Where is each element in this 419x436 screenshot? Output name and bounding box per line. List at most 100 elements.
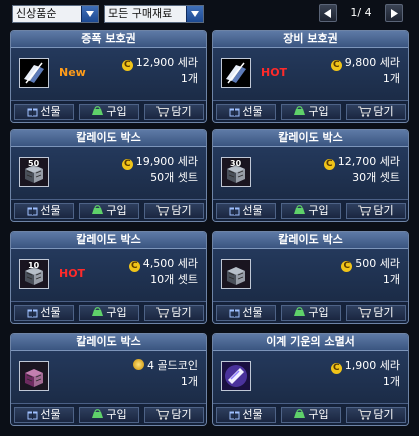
product-title: 칼레이도 박스	[213, 232, 408, 249]
gift-icon	[229, 207, 240, 216]
cart-button[interactable]: 담기	[144, 305, 204, 321]
cera-coin-icon: C	[323, 159, 335, 170]
cart-label: 담기	[171, 204, 192, 217]
quantity: 1개	[382, 72, 400, 85]
buy-icon	[92, 307, 104, 316]
kaleido-box-10-icon[interactable]: 10	[19, 259, 49, 289]
gift-label: 선물	[40, 408, 61, 421]
cart-button[interactable]: 담기	[144, 407, 204, 423]
price: C 1,900 세라	[330, 357, 400, 374]
product-body: C 500 세라 1개	[213, 249, 408, 303]
icon-count-label: 50	[28, 159, 40, 168]
kaleido-box-icon[interactable]	[221, 259, 251, 289]
quantity: 10개 셋트	[150, 273, 198, 286]
product-body: HOT C 9,800 세라 1개	[213, 48, 408, 102]
icon-count-label: 30	[230, 159, 242, 168]
amplify-protection-ticket-icon[interactable]	[19, 58, 49, 88]
cera-coin-icon: C	[121, 159, 133, 170]
price-value: 12,900 세라	[135, 56, 198, 69]
gift-button[interactable]: 선물	[14, 203, 74, 219]
gift-label: 선물	[40, 306, 61, 319]
hot-badge: HOT	[261, 66, 288, 79]
card-actions: 선물 구입 담기	[213, 301, 408, 323]
gift-icon	[229, 108, 240, 117]
cart-icon	[358, 307, 372, 318]
chevron-down-icon[interactable]	[81, 6, 98, 22]
cart-label: 담기	[373, 204, 394, 217]
cart-icon	[156, 307, 170, 318]
product-title: 장비 보호권	[213, 31, 408, 48]
product-card: 칼레이도 박스 10 HOT C 4,500 세라 10개 셋트 선물 구입 담기	[10, 231, 207, 324]
cart-button[interactable]: 담기	[144, 104, 204, 120]
category-dropdown[interactable]: 모든 구매재료	[104, 5, 204, 23]
buy-icon	[294, 307, 306, 316]
cart-button[interactable]: 담기	[346, 305, 406, 321]
product-card: 칼레이도 박스 30 C 12,700 세라 30개 셋트 선물 구입 담기	[212, 129, 409, 222]
product-card: 칼레이도 박스 4 골드코인 1개 선물 구입 담기	[10, 333, 207, 426]
buy-button[interactable]: 구입	[79, 305, 139, 321]
kaleido-box-50-icon[interactable]: 50	[19, 157, 49, 187]
cera-coin-icon: C	[128, 261, 140, 272]
chevron-down-icon[interactable]	[186, 6, 203, 22]
gift-button[interactable]: 선물	[216, 104, 276, 120]
buy-button[interactable]: 구입	[281, 203, 341, 219]
card-actions: 선물 구입 담기	[11, 199, 206, 221]
buy-button[interactable]: 구입	[79, 407, 139, 423]
otherworld-extinction-scroll-icon[interactable]	[221, 361, 251, 391]
next-page-button[interactable]	[385, 4, 403, 22]
price-value: 4 골드코인	[147, 359, 198, 372]
quantity: 1개	[180, 72, 198, 85]
product-card: 증폭 보호권 New C 12,900 세라 1개 선물 구입 담기	[10, 30, 207, 123]
gift-button[interactable]: 선물	[14, 104, 74, 120]
cart-button[interactable]: 담기	[346, 104, 406, 120]
cart-button[interactable]: 담기	[144, 203, 204, 219]
gift-button[interactable]: 선물	[14, 407, 74, 423]
quantity: 1개	[382, 273, 400, 286]
card-actions: 선물 구입 담기	[213, 199, 408, 221]
cart-button[interactable]: 담기	[346, 203, 406, 219]
cart-icon	[156, 409, 170, 420]
gift-button[interactable]: 선물	[216, 203, 276, 219]
quantity: 50개 셋트	[150, 171, 198, 184]
cart-icon	[156, 205, 170, 216]
kaleido-box-pink-icon[interactable]	[19, 361, 49, 391]
product-title: 이계 기운의 소멸서	[213, 334, 408, 351]
buy-button[interactable]: 구입	[79, 104, 139, 120]
cera-coin-icon: C	[121, 60, 133, 71]
card-actions: 선물 구입 담기	[11, 301, 206, 323]
card-actions: 선물 구입 담기	[213, 403, 408, 425]
cart-icon	[156, 106, 170, 117]
cart-button[interactable]: 담기	[346, 407, 406, 423]
card-actions: 선물 구입 담기	[11, 403, 206, 425]
sort-dropdown[interactable]: 신상품순	[12, 5, 99, 23]
buy-button[interactable]: 구입	[79, 203, 139, 219]
price: C 4,500 세라	[128, 255, 198, 272]
buy-icon	[92, 409, 104, 418]
cart-label: 담기	[373, 306, 394, 319]
gift-button[interactable]: 선물	[216, 305, 276, 321]
icon-count-label: 10	[28, 261, 40, 270]
buy-label: 구입	[106, 204, 127, 217]
cart-icon	[358, 205, 372, 216]
product-card: 장비 보호권 HOT C 9,800 세라 1개 선물 구입 담기	[212, 30, 409, 123]
gift-icon	[229, 309, 240, 318]
kaleido-box-30-icon[interactable]: 30	[221, 157, 251, 187]
buy-button[interactable]: 구입	[281, 104, 341, 120]
product-body: 4 골드코인 1개	[11, 351, 206, 405]
buy-label: 구입	[308, 105, 329, 118]
gift-label: 선물	[40, 204, 61, 217]
gift-button[interactable]: 선물	[14, 305, 74, 321]
gift-button[interactable]: 선물	[216, 407, 276, 423]
buy-label: 구입	[308, 408, 329, 421]
price-value: 9,800 세라	[344, 56, 400, 69]
gift-label: 선물	[242, 408, 263, 421]
buy-button[interactable]: 구입	[281, 305, 341, 321]
buy-button[interactable]: 구입	[281, 407, 341, 423]
prev-page-button[interactable]	[319, 4, 337, 22]
price: C 12,700 세라	[323, 153, 400, 170]
price: C 500 세라	[341, 255, 400, 272]
pagination: 1/ 4	[319, 4, 403, 24]
buy-label: 구입	[106, 306, 127, 319]
equipment-protection-ticket-icon[interactable]	[221, 58, 251, 88]
cart-label: 담기	[171, 105, 192, 118]
